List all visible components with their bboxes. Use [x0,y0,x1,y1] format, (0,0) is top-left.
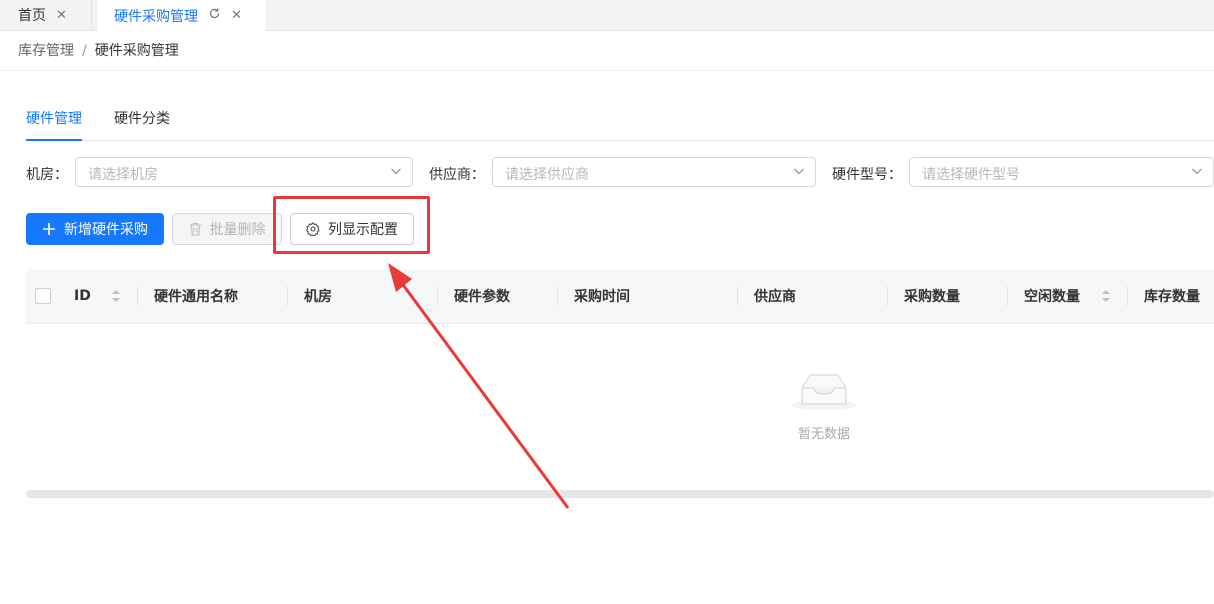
annotation-arrow [388,263,570,509]
